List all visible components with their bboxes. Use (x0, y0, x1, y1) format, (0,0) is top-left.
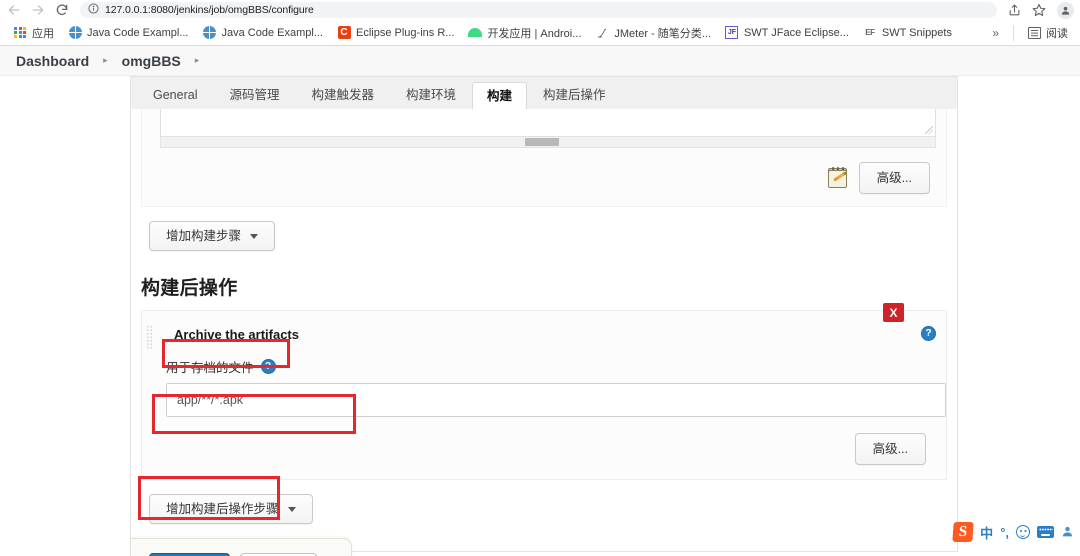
bookmark-jmeter[interactable]: JMeter - 随笔分类... (588, 23, 718, 43)
address-bar[interactable]: 127.0.0.1:8080/jenkins/job/omgBBS/config… (80, 2, 997, 18)
tab-build-triggers[interactable]: 构建触发器 (296, 82, 391, 109)
reading-list-icon (1028, 26, 1041, 39)
c-letter-icon: C (337, 26, 351, 40)
bookmark-java-code-examples-1[interactable]: Java Code Exampl... (61, 24, 196, 42)
build-step-actions-row: 高级... (152, 148, 936, 194)
config-tabbar: General 源码管理 构建触发器 构建环境 构建 构建后操作 (130, 76, 958, 110)
bookmark-label: Java Code Exampl... (221, 26, 324, 39)
forward-arrow-icon[interactable] (30, 2, 46, 18)
ef-icon: EF (865, 28, 875, 37)
back-arrow-icon[interactable] (6, 2, 22, 18)
divider (1013, 24, 1014, 41)
bookmark-label: Eclipse Plug-ins R... (356, 26, 455, 39)
bookmark-swt-jface[interactable]: JF SWT JFace Eclipse... (718, 24, 856, 42)
publisher-advanced-row: 高级... (154, 417, 934, 465)
tab-post-build-actions[interactable]: 构建后操作 (527, 82, 622, 109)
post-build-advanced-button[interactable]: 高级... (854, 433, 926, 465)
chevron-down-icon (250, 233, 259, 239)
config-panel: 高级... 增加构建步骤 构建后操作 X ? Archive the artif… (130, 109, 958, 552)
tab-source-code-management[interactable]: 源码管理 (213, 82, 295, 109)
android-icon (468, 26, 483, 40)
drag-handle-icon[interactable] (146, 325, 153, 349)
breadcrumb-separator-icon[interactable]: ▸ (189, 55, 206, 66)
archive-files-help-icon[interactable]: ? (260, 359, 276, 374)
breadcrumb-item-omgbbs[interactable]: omgBBS (116, 51, 187, 71)
globe-icon (203, 26, 217, 40)
bookmarks-bar: 应用 Java Code Exampl... Java Code Exampl.… (0, 20, 1080, 46)
notepad-pencil-icon[interactable] (827, 167, 849, 189)
toolbar-actions (1007, 1, 1074, 19)
add-build-step-button[interactable]: 增加构建步骤 (149, 221, 276, 251)
swt-icon: JF (725, 26, 739, 40)
apps-grid-icon (13, 26, 27, 40)
reading-list-label: 阅读 (1046, 27, 1068, 40)
reload-icon[interactable] (54, 2, 70, 18)
command-textarea-wrap (152, 109, 936, 148)
publisher-help-icon[interactable]: ? (921, 326, 936, 341)
bookmark-android-dev[interactable]: 开发应用 | Androi... (461, 23, 588, 43)
archive-files-label: 用于存档的文件 (166, 361, 254, 375)
apply-button[interactable]: 应用 (240, 552, 317, 556)
textarea-horizontal-scrollbar[interactable] (160, 137, 936, 148)
bookmark-label: SWT JFace Eclipse... (743, 26, 849, 39)
reading-list-button[interactable]: 阅读 (1024, 23, 1072, 43)
smiley-icon[interactable] (1016, 525, 1030, 539)
bookmark-swt-snippets[interactable]: EF SWT Snippets (856, 24, 959, 42)
bookmarks-overflow-area: » 阅读 (988, 23, 1074, 43)
save-button[interactable]: 保存 (149, 552, 230, 556)
scrollbar-thumb[interactable] (524, 138, 559, 146)
bookmark-apps[interactable]: 应用 (6, 23, 61, 43)
ime-punctuation-toggle[interactable]: °, (1000, 525, 1009, 540)
tab-build[interactable]: 构建 (472, 82, 528, 110)
bookmarks-overflow-chevron-icon[interactable]: » (988, 26, 1003, 40)
bookmark-label: JMeter - 随笔分类... (614, 27, 711, 40)
add-post-build-step-label: 增加构建后操作步骤 (166, 502, 279, 516)
site-info-icon[interactable] (88, 1, 99, 19)
bookmark-label: Java Code Exampl... (87, 26, 189, 39)
add-build-step-row: 增加构建步骤 (131, 207, 957, 251)
jenkins-page: Dashboard ▸ omgBBS ▸ General 源码管理 构建触发器 … (0, 46, 1080, 556)
archive-files-label-row: 用于存档的文件 ? (154, 348, 934, 383)
command-textarea[interactable] (160, 109, 936, 137)
globe-icon (68, 26, 82, 40)
person-icon[interactable] (1061, 525, 1074, 539)
browser-toolbar: 127.0.0.1:8080/jenkins/job/omgBBS/config… (0, 0, 1080, 20)
breadcrumb-separator-icon: ▸ (103, 55, 108, 65)
tab-general[interactable]: General (137, 82, 213, 109)
bookmark-label: 开发应用 | Androi... (487, 27, 582, 40)
url-text: 127.0.0.1:8080/jenkins/job/omgBBS/config… (105, 4, 314, 16)
sogou-logo-icon[interactable]: S (952, 522, 974, 542)
share-icon[interactable] (1007, 3, 1022, 18)
breadcrumb: Dashboard ▸ omgBBS ▸ (0, 46, 1080, 76)
bookmark-eclipse-plugins[interactable]: C Eclipse Plug-ins R... (330, 24, 461, 42)
textarea-resize-handle[interactable] (925, 126, 933, 134)
build-advanced-button[interactable]: 高级... (858, 162, 930, 194)
bookmark-java-code-examples-2[interactable]: Java Code Exampl... (196, 24, 331, 42)
add-post-build-step-button[interactable]: 增加构建后操作步骤 (149, 494, 313, 524)
ime-language-mode[interactable]: 中 (980, 523, 993, 542)
publisher-title: Archive the artifacts (174, 327, 299, 342)
add-post-build-row: 增加构建后操作步骤 (131, 480, 957, 524)
tab-build-environment[interactable]: 构建环境 (390, 82, 472, 109)
jmeter-icon (595, 26, 609, 40)
bookmark-label: 应用 (32, 27, 54, 40)
archive-files-input[interactable]: app/**/*.apk (166, 383, 946, 417)
bookmark-star-icon[interactable] (1031, 3, 1046, 18)
archive-artifacts-block: X ? Archive the artifacts 用于存档的文件 ? app/… (141, 303, 947, 480)
chevron-down-icon (287, 506, 296, 512)
add-build-step-label: 增加构建步骤 (166, 229, 242, 243)
sogou-ime-toolbar: S 中 °, (949, 520, 1078, 544)
post-build-heading: 构建后操作 (141, 278, 238, 299)
build-step-section: 高级... (141, 109, 947, 207)
configure-form-area: General 源码管理 构建触发器 构建环境 构建 构建后操作 高级... 增… (0, 76, 1080, 552)
form-footer-bar: 保存 应用 (130, 538, 352, 556)
breadcrumb-item-dashboard[interactable]: Dashboard (10, 51, 95, 71)
keyboard-icon[interactable] (1037, 526, 1054, 538)
delete-publisher-button[interactable]: X (883, 303, 904, 322)
profile-avatar-icon[interactable] (1057, 1, 1074, 19)
publisher-title-wrap: Archive the artifacts (164, 321, 309, 348)
bookmark-label: SWT Snippets (881, 26, 952, 39)
